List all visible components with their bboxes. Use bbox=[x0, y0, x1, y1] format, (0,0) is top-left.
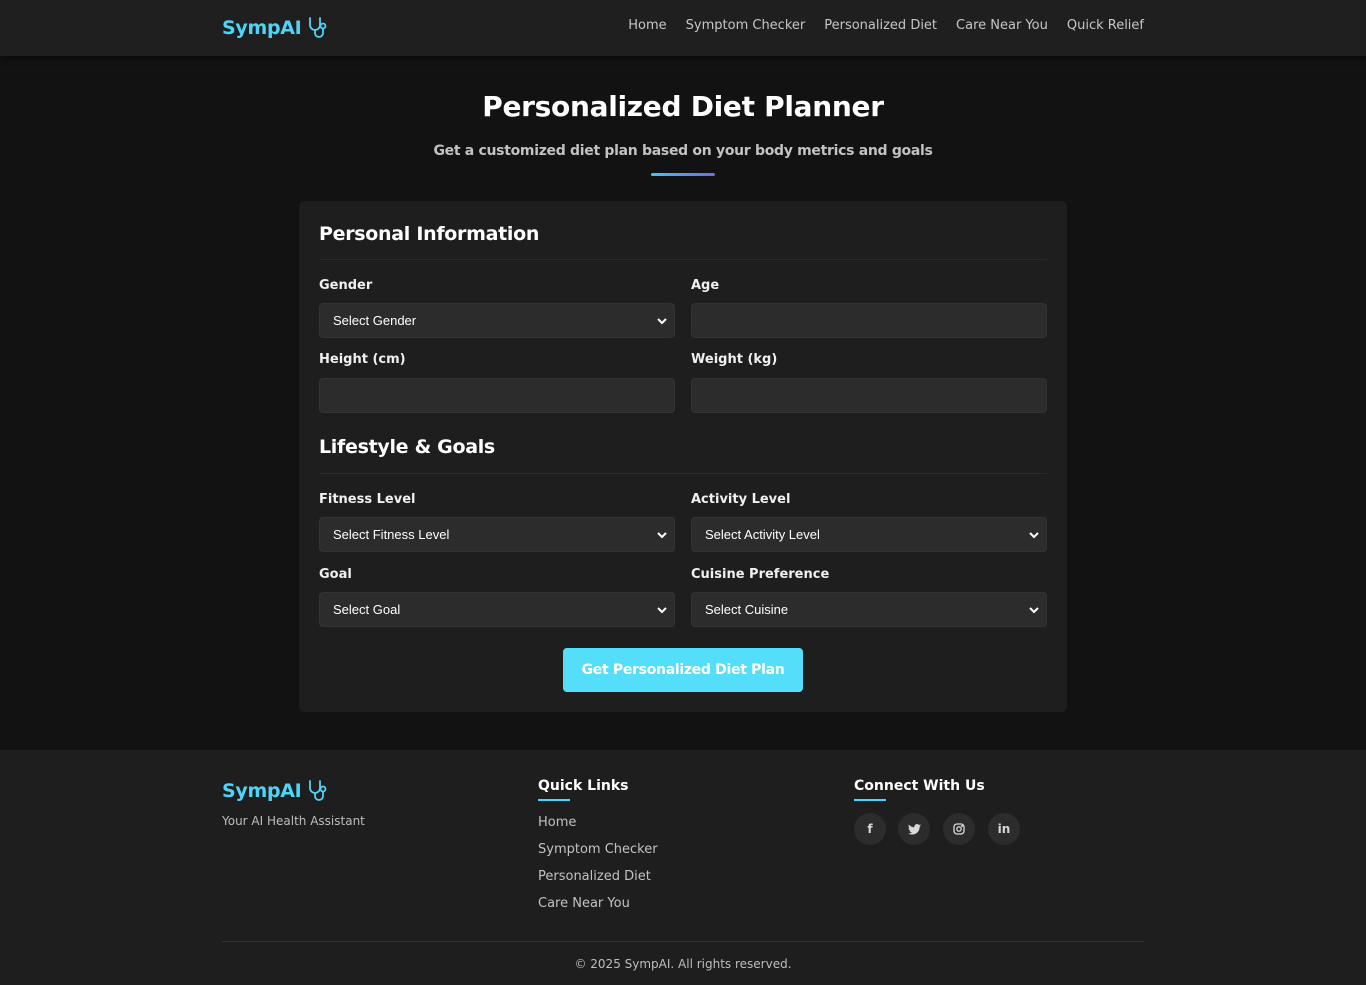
nav-home[interactable]: Home bbox=[628, 18, 666, 33]
weight-label: Weight (kg) bbox=[691, 352, 778, 367]
footer-link-home[interactable]: Home bbox=[538, 815, 576, 830]
height-input[interactable] bbox=[319, 378, 675, 413]
goal-label: Goal bbox=[319, 567, 352, 582]
fitness-level-value: Select Fitness Level bbox=[333, 527, 450, 542]
gender-select[interactable]: Select Gender bbox=[319, 303, 675, 338]
heading-underline bbox=[538, 799, 570, 801]
nav-care-near-you[interactable]: Care Near You bbox=[956, 18, 1048, 33]
age-input[interactable] bbox=[691, 303, 1047, 338]
twitter-bird-icon bbox=[907, 823, 921, 835]
chevron-down-icon bbox=[657, 607, 667, 614]
personal-info-heading: Personal Information bbox=[319, 223, 540, 245]
nav-quick-relief[interactable]: Quick Relief bbox=[1067, 18, 1144, 33]
footer-brand-name[interactable]: SympAI bbox=[222, 780, 302, 802]
section-divider bbox=[319, 259, 1047, 260]
footer-link-care-near-you[interactable]: Care Near You bbox=[538, 896, 630, 911]
goal-value: Select Goal bbox=[333, 602, 401, 617]
fitness-level-select[interactable]: Select Fitness Level bbox=[319, 517, 675, 552]
footer-link-personalized-diet[interactable]: Personalized Diet bbox=[538, 869, 651, 884]
brand-name[interactable]: SympAI bbox=[222, 17, 302, 39]
copyright-text: © 2025 SympAI. All rights reserved. bbox=[574, 957, 792, 971]
chevron-down-icon bbox=[1029, 532, 1039, 539]
linkedin-icon[interactable]: in bbox=[988, 813, 1020, 845]
nav-menu: Home Symptom Checker Personalized Diet C… bbox=[628, 18, 1144, 33]
fitness-level-label: Fitness Level bbox=[319, 492, 416, 507]
twitter-icon[interactable] bbox=[898, 813, 930, 845]
activity-level-label: Activity Level bbox=[691, 492, 791, 507]
activity-level-value: Select Activity Level bbox=[705, 527, 820, 542]
footer-brand-logo[interactable]: SympAI bbox=[222, 778, 329, 804]
height-label: Height (cm) bbox=[319, 352, 406, 367]
footer-link-symptom-checker[interactable]: Symptom Checker bbox=[538, 842, 658, 857]
navbar: SympAI Home Symptom Checker Personalized… bbox=[0, 0, 1366, 56]
gender-select-value: Select Gender bbox=[333, 313, 417, 328]
footer-divider bbox=[222, 941, 1144, 942]
instagram-glyph-icon bbox=[953, 823, 965, 835]
nav-symptom-checker[interactable]: Symptom Checker bbox=[686, 18, 806, 33]
chevron-down-icon bbox=[657, 532, 667, 539]
cuisine-value: Select Cuisine bbox=[705, 602, 789, 617]
heading-underline bbox=[854, 799, 886, 801]
page-title: Personalized Diet Planner bbox=[482, 90, 884, 123]
chevron-down-icon bbox=[657, 318, 667, 325]
footer-tagline: Your AI Health Assistant bbox=[222, 814, 365, 828]
quick-links-heading: Quick Links bbox=[538, 778, 629, 794]
stethoscope-icon bbox=[309, 17, 327, 38]
get-diet-plan-button[interactable]: Get Personalized Diet Plan bbox=[563, 648, 803, 692]
connect-heading: Connect With Us bbox=[854, 778, 985, 794]
linkedin-glyph: in bbox=[997, 822, 1011, 836]
brand-logo[interactable]: SympAI bbox=[222, 14, 329, 42]
facebook-icon[interactable]: f bbox=[854, 813, 886, 845]
goal-select[interactable]: Select Goal bbox=[319, 592, 675, 627]
chevron-down-icon bbox=[1029, 607, 1039, 614]
footer: SympAI Your AI Health Assistant Quick Li… bbox=[0, 750, 1366, 985]
facebook-glyph: f bbox=[867, 822, 873, 836]
age-label: Age bbox=[691, 278, 720, 293]
stethoscope-icon bbox=[309, 780, 327, 801]
nav-personalized-diet[interactable]: Personalized Diet bbox=[824, 18, 937, 33]
instagram-icon[interactable] bbox=[943, 813, 975, 845]
activity-level-select[interactable]: Select Activity Level bbox=[691, 517, 1047, 552]
diet-form-card: Personal Information Gender Select Gende… bbox=[299, 201, 1067, 712]
cuisine-preference-label: Cuisine Preference bbox=[691, 567, 830, 582]
title-underline bbox=[651, 173, 715, 176]
cuisine-select[interactable]: Select Cuisine bbox=[691, 592, 1047, 627]
page-subtitle: Get a customized diet plan based on your… bbox=[433, 143, 933, 159]
lifestyle-goals-heading: Lifestyle & Goals bbox=[319, 436, 495, 458]
section-divider bbox=[319, 473, 1047, 474]
gender-label: Gender bbox=[319, 278, 373, 293]
weight-input[interactable] bbox=[691, 378, 1047, 413]
